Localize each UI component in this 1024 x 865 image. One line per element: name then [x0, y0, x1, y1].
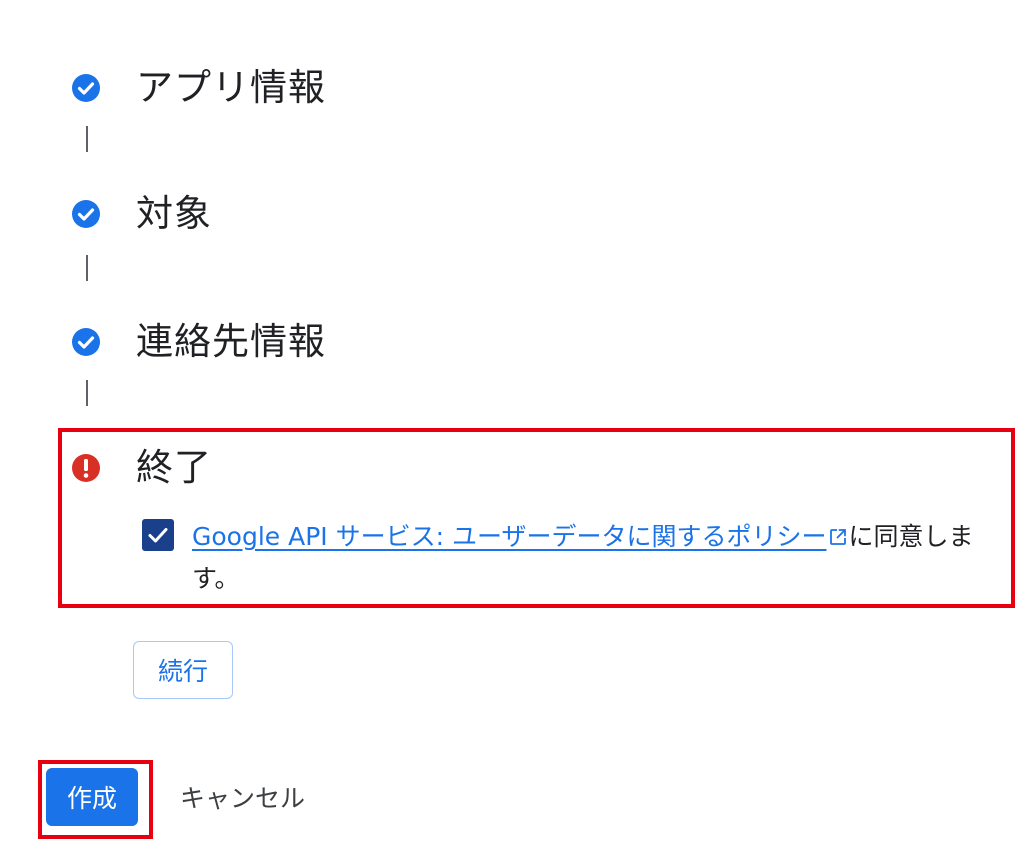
step-title: 終了 — [136, 446, 212, 489]
error-circle-icon — [66, 448, 106, 488]
step-title: アプリ情報 — [136, 66, 326, 109]
step-connector — [86, 126, 88, 152]
agree-checkbox[interactable] — [142, 519, 174, 551]
policy-link[interactable]: Google API サービス: ユーザーデータに関するポリシー — [192, 522, 826, 551]
check-circle-icon — [66, 322, 106, 362]
step-connector — [86, 380, 88, 406]
create-button[interactable]: 作成 — [46, 768, 138, 826]
check-circle-icon — [66, 194, 106, 234]
oauth-consent-stepper-page: アプリ情報 対象 連絡先情報 終了 Google API サービス: ユーザーデ… — [0, 0, 1024, 865]
external-link-icon[interactable] — [828, 519, 848, 559]
checkmark-icon — [148, 528, 168, 543]
continue-button[interactable]: 続行 — [133, 641, 233, 699]
step-finish[interactable]: 終了 — [66, 446, 212, 490]
cancel-button[interactable]: キャンセル — [172, 768, 313, 826]
step-app-info[interactable]: アプリ情報 — [66, 66, 326, 110]
step-audience[interactable]: 対象 — [66, 192, 212, 236]
step-title: 対象 — [136, 192, 212, 235]
step-title: 連絡先情報 — [136, 320, 326, 363]
step-connector — [86, 255, 88, 281]
step-contact-info[interactable]: 連絡先情報 — [66, 320, 326, 364]
check-circle-icon — [66, 68, 106, 108]
agree-label: Google API サービス: ユーザーデータに関するポリシー に同意します。 — [192, 517, 1002, 599]
